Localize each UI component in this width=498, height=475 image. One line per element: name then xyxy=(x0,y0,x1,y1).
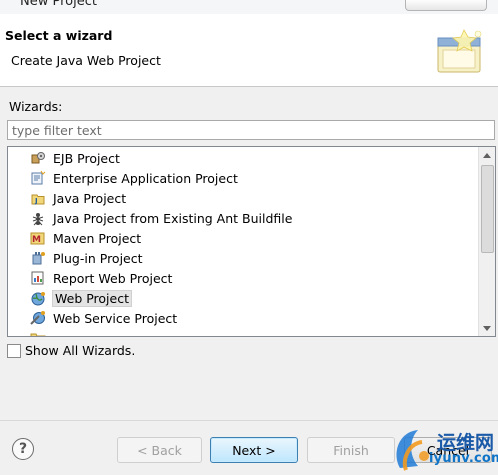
show-all-label: Show All Wizards. xyxy=(25,343,136,358)
svg-text:J: J xyxy=(34,197,38,205)
tree-item-label: EJB Project xyxy=(53,150,120,166)
show-all-wizards[interactable]: Show All Wizards. xyxy=(7,343,135,358)
footer-divider xyxy=(0,420,498,421)
maven-icon: M xyxy=(30,232,45,245)
wizards-label: Wizards: xyxy=(9,99,63,114)
close-button[interactable] xyxy=(405,0,487,11)
ant-icon xyxy=(32,213,44,226)
tree-item-java-project-from-ant[interactable]: Java Project from Existing Ant Buildfile xyxy=(30,208,295,228)
finish-button[interactable]: Finish xyxy=(307,437,395,463)
next-button[interactable]: Next > xyxy=(210,437,298,463)
tree-item-label: Plug-in Project xyxy=(53,250,143,266)
ejb-project-icon xyxy=(31,152,45,164)
wizard-banner-icon xyxy=(437,29,482,73)
page-description: Create Java Web Project xyxy=(11,53,161,68)
tree-item-report-web-project[interactable]: Report Web Project xyxy=(30,268,175,288)
chevron-up-icon xyxy=(483,152,491,158)
title-bar: New Project xyxy=(0,0,498,14)
tree-item-java-project[interactable]: J Java Project xyxy=(30,188,129,208)
web-service-icon xyxy=(30,311,45,325)
wizard-tree[interactable]: EJB Project Enterprise Application Proje… xyxy=(7,146,496,337)
tree-item-maven-project[interactable]: M Maven Project xyxy=(30,228,144,248)
svg-text:M: M xyxy=(32,235,41,245)
tree-item-label: Report Web Project xyxy=(53,270,173,286)
java-project-icon: J xyxy=(31,194,45,205)
tree-item-partial[interactable] xyxy=(30,328,52,336)
tree-item-label: Web Project xyxy=(52,289,132,307)
scroll-up-button[interactable] xyxy=(479,147,495,163)
tree-scrollbar[interactable] xyxy=(478,147,495,336)
filter-input[interactable] xyxy=(7,120,495,140)
tree-item-label: Enterprise Application Project xyxy=(53,170,238,186)
window-title: New Project xyxy=(20,0,97,9)
web-project-icon xyxy=(31,292,45,306)
tree-item-web-project[interactable]: Web Project xyxy=(30,288,132,308)
watermark-url: iyunv.com xyxy=(429,451,498,466)
wizard-header: Select a wizard Create Java Web Project xyxy=(0,14,498,87)
tree-item-plugin-project[interactable]: Plug-in Project xyxy=(30,248,146,268)
chevron-down-icon xyxy=(483,325,491,331)
tree-item-enterprise-application-project[interactable]: Enterprise Application Project xyxy=(30,168,241,188)
help-icon[interactable]: ? xyxy=(12,438,34,460)
tree-item-label: Java Project from Existing Ant Buildfile xyxy=(53,210,293,226)
show-all-checkbox[interactable] xyxy=(7,343,21,358)
tree-item-ejb-project[interactable]: EJB Project xyxy=(30,148,123,168)
tree-item-label: Maven Project xyxy=(53,230,142,246)
report-icon xyxy=(31,271,44,285)
scroll-down-button[interactable] xyxy=(479,320,495,336)
back-button[interactable]: < Back xyxy=(117,437,202,463)
tree-item-label: Web Service Project xyxy=(53,310,178,326)
plugin-icon xyxy=(32,252,45,265)
scroll-thumb[interactable] xyxy=(481,165,494,253)
folder-icon xyxy=(30,333,46,336)
page-heading: Select a wizard xyxy=(5,28,113,43)
tree-item-web-service-project[interactable]: Web Service Project xyxy=(30,308,180,328)
tree-item-label: Java Project xyxy=(53,190,127,206)
enterprise-app-icon xyxy=(31,170,46,185)
